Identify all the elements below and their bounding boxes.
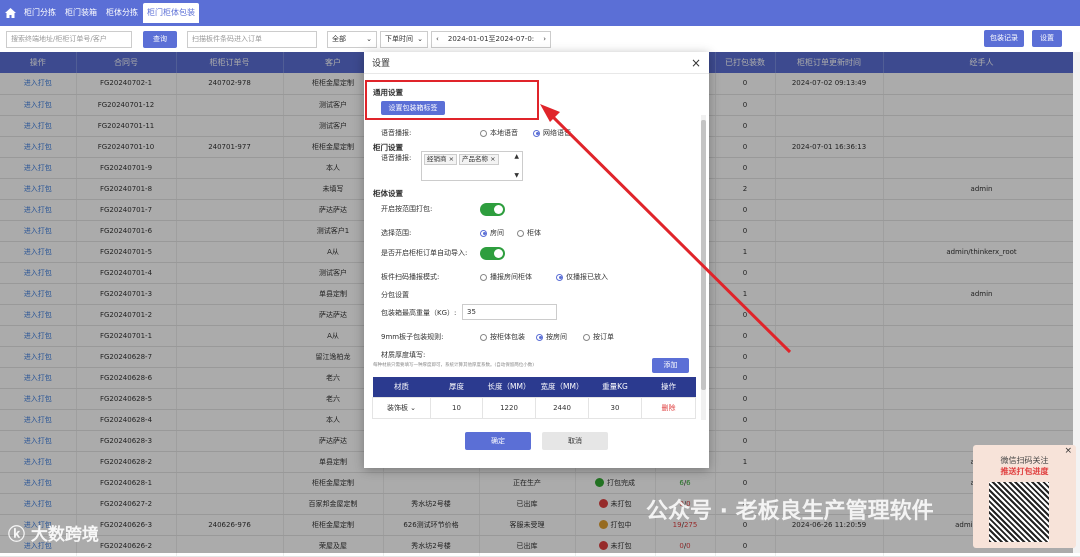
qr-code-icon	[989, 482, 1049, 542]
annotation-arrow	[540, 104, 792, 354]
watermark-logo-icon: ⓚ	[8, 525, 25, 545]
qr-promo-panel: × 微信扫码关注 推送打包进度	[973, 445, 1076, 548]
qr-title-1: 微信扫码关注	[1000, 456, 1049, 465]
watermark-center: 公众号 · 老板良生产管理软件	[646, 499, 934, 524]
qr-title-2: 推送打包进度	[1000, 467, 1049, 476]
watermark-left: ⓚ 大数跨境	[8, 520, 99, 545]
watermark-left-text: 大数跨境	[30, 525, 99, 545]
